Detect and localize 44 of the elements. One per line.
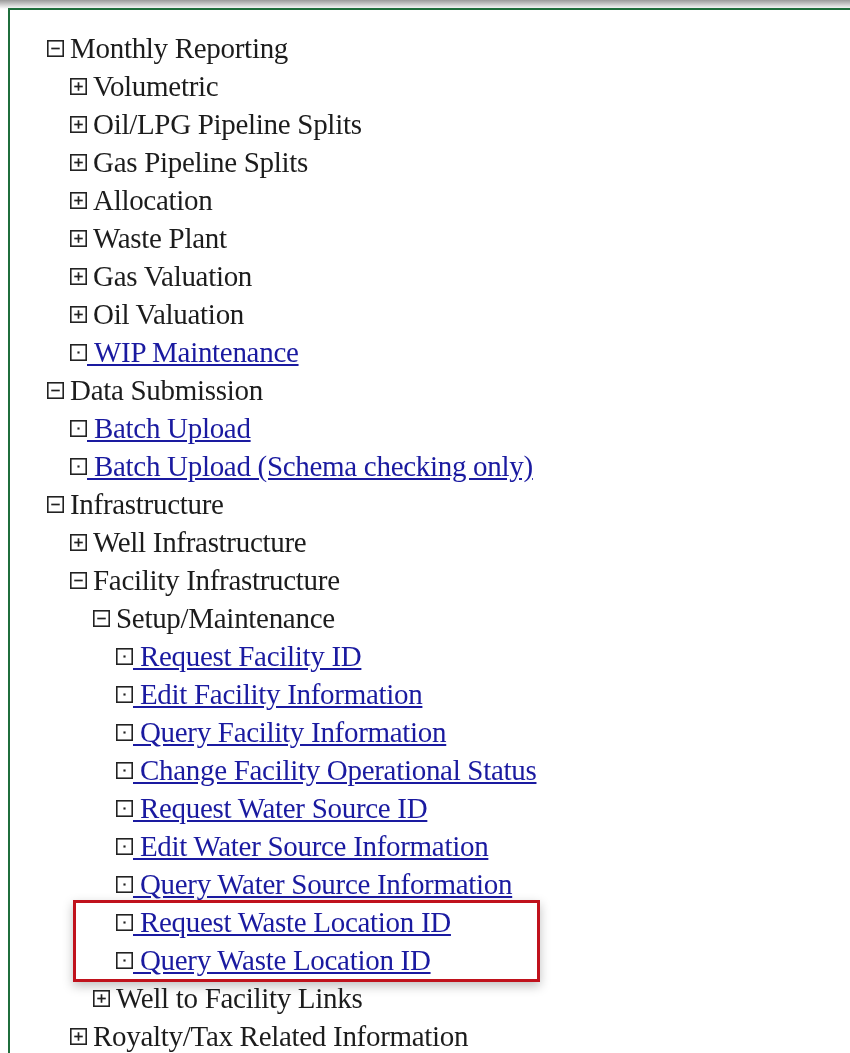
tree-node[interactable]: Well to Facility Links <box>116 983 363 1013</box>
tree-node[interactable]: Waste Plant <box>93 223 227 253</box>
tree-node[interactable]: Oil/LPG Pipeline Splits <box>93 109 362 139</box>
collapse-icon[interactable] <box>93 609 110 627</box>
tree-link[interactable]: Query Facility Information <box>133 717 447 747</box>
tree-node[interactable]: Facility Infrastructure <box>93 565 340 595</box>
collapse-icon[interactable] <box>70 571 87 589</box>
tree-node[interactable]: Allocation <box>93 185 213 215</box>
collapse-icon[interactable] <box>47 39 64 57</box>
collapse-icon[interactable] <box>47 381 64 399</box>
tree-link[interactable]: Batch Upload <box>87 413 251 443</box>
tree-link[interactable]: Request Facility ID <box>133 641 362 671</box>
expand-icon[interactable] <box>70 77 87 95</box>
tree-link[interactable]: Request Water Source ID <box>133 793 428 823</box>
expand-icon[interactable] <box>70 191 87 209</box>
leaf-icon <box>116 913 133 931</box>
tree-link[interactable]: Query Waste Location ID <box>133 945 431 975</box>
tree-node[interactable]: Royalty/Tax Related Information <box>93 1021 469 1051</box>
collapse-icon[interactable] <box>47 495 64 513</box>
tree-node[interactable]: Infrastructure <box>70 489 224 519</box>
tree-node[interactable]: Gas Pipeline Splits <box>93 147 309 177</box>
expand-icon[interactable] <box>70 153 87 171</box>
tree-node[interactable]: Well Infrastructure <box>93 527 307 557</box>
tree-node[interactable]: Setup/Maintenance <box>116 603 335 633</box>
expand-icon[interactable] <box>70 267 87 285</box>
expand-icon[interactable] <box>70 533 87 551</box>
tree-link[interactable]: Edit Facility Information <box>133 679 423 709</box>
expand-icon[interactable] <box>70 115 87 133</box>
tree-link[interactable]: Query Water Source Information <box>133 869 513 899</box>
tree-node[interactable]: Volumetric <box>93 71 219 101</box>
expand-icon[interactable] <box>70 229 87 247</box>
tree-link[interactable]: Batch Upload (Schema checking only) <box>87 451 533 481</box>
tree-link[interactable]: Change Facility Operational Status <box>133 755 537 785</box>
leaf-icon <box>116 951 133 969</box>
expand-icon[interactable] <box>93 989 110 1007</box>
tree-node[interactable]: Oil Valuation <box>93 299 245 329</box>
tree-node[interactable]: Gas Valuation <box>93 261 253 291</box>
tree-link[interactable]: Request Waste Location ID <box>133 907 451 937</box>
expand-icon[interactable] <box>70 305 87 323</box>
tree-node[interactable]: Data Submission <box>70 375 263 405</box>
tree-link[interactable]: WIP Maintenance <box>87 337 299 367</box>
tree-node[interactable]: Monthly Reporting <box>70 33 289 63</box>
expand-icon[interactable] <box>70 1027 87 1045</box>
tree-link[interactable]: Edit Water Source Information <box>133 831 489 861</box>
